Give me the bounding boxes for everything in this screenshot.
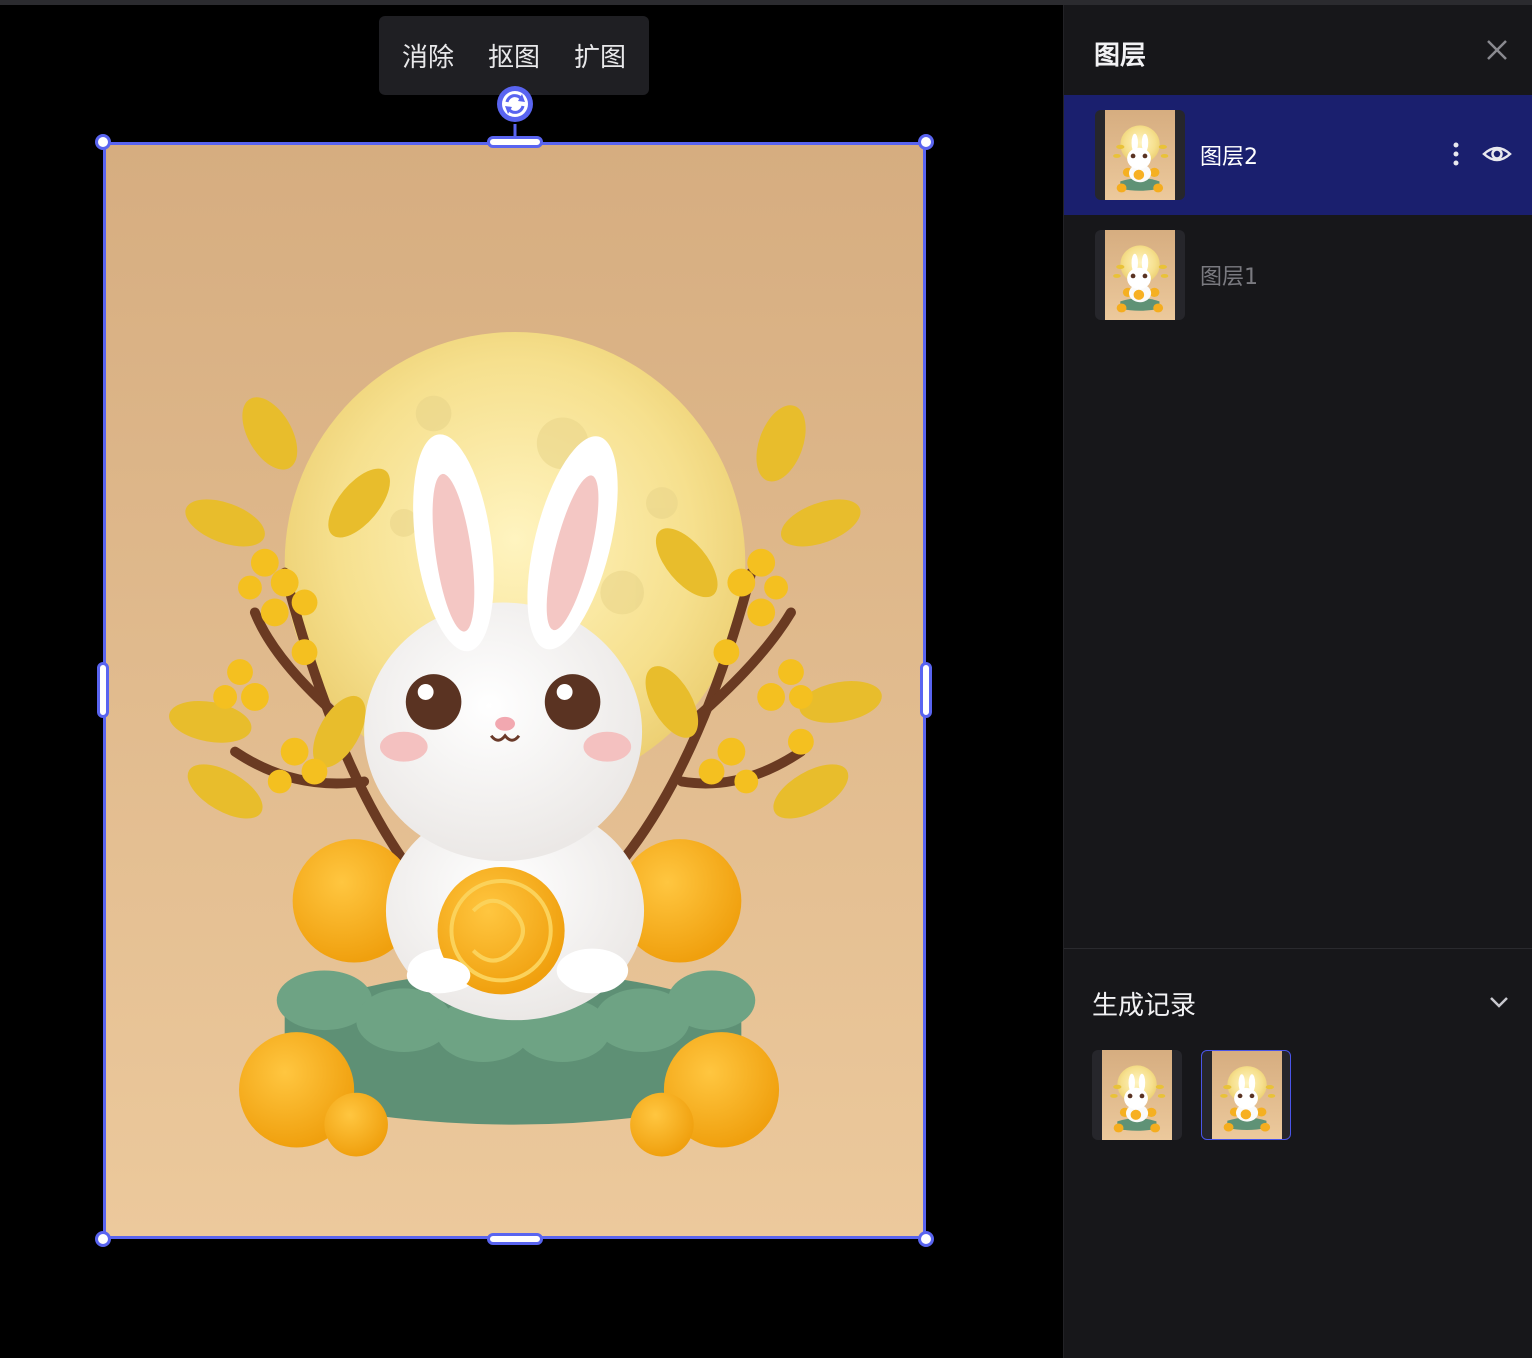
layer-name: 图层2: [1200, 145, 1258, 170]
chevron-down-icon[interactable]: [1486, 989, 1512, 1015]
layer-row-2[interactable]: 图层2: [1064, 95, 1532, 215]
selected-image-frame[interactable]: [103, 142, 926, 1239]
resize-handle-top-right[interactable]: [918, 134, 934, 150]
close-icon[interactable]: [1484, 37, 1510, 63]
resize-handle-bottom[interactable]: [487, 1233, 543, 1245]
cutout-button[interactable]: 抠图: [480, 31, 548, 80]
erase-button[interactable]: 消除: [394, 31, 462, 80]
history-item-2[interactable]: [1201, 1050, 1291, 1140]
resize-handle-bottom-left[interactable]: [95, 1231, 111, 1247]
history-title: 生成记录: [1092, 991, 1197, 1021]
more-vertical-icon[interactable]: [1446, 139, 1466, 169]
layers-panel: 图层 图层2 图层1 生成记录: [1063, 5, 1532, 1358]
layer-name: 图层1: [1200, 265, 1258, 290]
rotate-handle[interactable]: [493, 84, 537, 142]
resize-handle-left[interactable]: [97, 662, 109, 718]
expand-button[interactable]: 扩图: [566, 31, 634, 80]
resize-handle-top-left[interactable]: [95, 134, 111, 150]
panel-divider: [1064, 948, 1532, 949]
eye-icon[interactable]: [1482, 141, 1512, 167]
thumbnail-image: [1105, 110, 1175, 200]
layer-thumbnail: [1095, 110, 1185, 200]
layer-thumbnail: [1095, 230, 1185, 320]
thumbnail-image: [1212, 1051, 1282, 1139]
rabbit-mooncake-image: [106, 145, 923, 1236]
resize-handle-bottom-right[interactable]: [918, 1231, 934, 1247]
history-item-1[interactable]: [1092, 1050, 1182, 1140]
panel-title: 图层: [1094, 41, 1147, 71]
layer-row-1[interactable]: 图层1: [1064, 215, 1532, 335]
thumbnail-image: [1102, 1050, 1172, 1140]
rotate-icon: [497, 86, 533, 142]
thumbnail-image: [1105, 230, 1175, 320]
resize-handle-top[interactable]: [487, 136, 543, 148]
resize-handle-right[interactable]: [920, 662, 932, 718]
